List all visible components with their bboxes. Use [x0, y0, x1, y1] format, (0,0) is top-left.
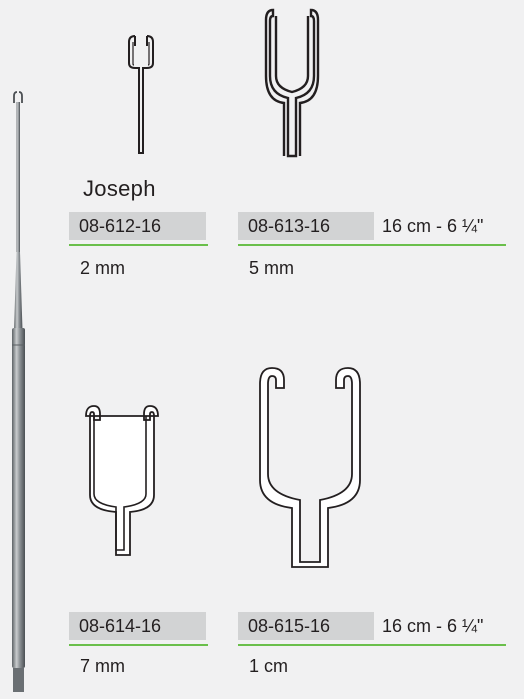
tip-illustration-5mm: [264, 8, 320, 158]
tip-size: 1 cm: [249, 656, 289, 676]
article-code: 08-613-16: [238, 212, 374, 240]
tip-size: 5 mm: [249, 258, 294, 278]
instrument-length: 16 cm - 6 ¼": [382, 216, 484, 236]
accent-underline: [238, 244, 506, 246]
tip-illustration-1cm: [259, 367, 361, 568]
instrument-full-illustration: [12, 91, 25, 692]
article-code: 08-615-16: [238, 612, 374, 640]
tip-illustration-2mm: [128, 35, 154, 154]
tip-size: 7 mm: [80, 656, 125, 676]
accent-underline: [69, 244, 208, 246]
article-code: 08-612-16: [69, 212, 206, 240]
tip-size: 2 mm: [80, 258, 125, 278]
tip-illustration-7mm: [85, 405, 159, 556]
accent-underline: [69, 644, 208, 646]
instrument-length: 16 cm - 6 ¼": [382, 616, 484, 636]
product-name: Joseph: [83, 176, 156, 201]
accent-underline: [238, 644, 506, 646]
article-code: 08-614-16: [69, 612, 206, 640]
